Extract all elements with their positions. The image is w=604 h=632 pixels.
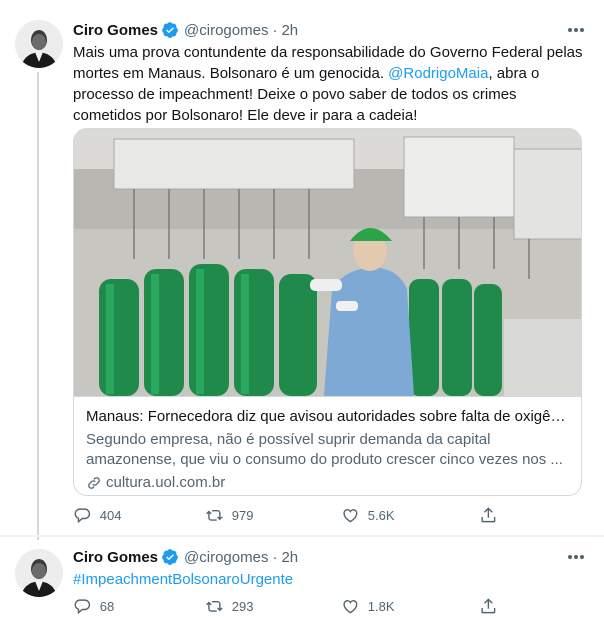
separator-dot: · [272, 548, 278, 566]
like-button[interactable]: 5.6K [341, 506, 395, 525]
tweet-text: Mais uma prova contundente da responsabi… [73, 42, 588, 126]
separator-dot: · [272, 21, 278, 39]
like-count: 1.8K [367, 598, 395, 614]
link-icon [88, 477, 100, 489]
author-handle[interactable]: @cirogomes [184, 549, 268, 566]
card-body: Manaus: Fornecedora diz que avisou autor… [74, 396, 581, 495]
share-button[interactable] [479, 597, 506, 616]
mention-link[interactable]: @RodrigoMaia [388, 65, 488, 82]
tweet-actions: 68 293 1.8K [73, 597, 513, 617]
reply-icon [74, 599, 91, 615]
reply-count: 68 [99, 598, 115, 614]
share-icon [481, 598, 496, 614]
tweet-time[interactable]: 2h [281, 22, 298, 39]
retweet-button[interactable]: 979 [205, 506, 253, 525]
like-icon [343, 509, 358, 523]
card-image [74, 129, 581, 396]
link-preview-card[interactable]: Manaus: Fornecedora diz que avisou autor… [73, 128, 582, 496]
more-options-icon[interactable] [566, 549, 586, 565]
tweet-1[interactable]: Ciro Gomes @cirogomes · 2h Mais uma prov… [0, 0, 604, 536]
avatar[interactable] [15, 549, 63, 597]
author-handle[interactable]: @cirogomes [184, 22, 268, 39]
author-name[interactable]: Ciro Gomes [73, 549, 158, 566]
reply-count: 404 [99, 507, 122, 523]
card-description: Segundo empresa, não é possível suprir d… [86, 431, 563, 468]
retweet-icon [206, 509, 223, 521]
tweet-time[interactable]: 2h [281, 549, 298, 566]
like-icon [343, 600, 358, 614]
reply-button[interactable]: 68 [73, 597, 114, 616]
tweet-actions: 404 979 5.6K [73, 506, 513, 526]
like-count: 5.6K [367, 507, 395, 523]
card-domain: cultura.uol.com.br [86, 473, 571, 493]
like-button[interactable]: 1.8K [341, 597, 395, 616]
more-options-icon[interactable] [566, 22, 586, 38]
tweet-header: Ciro Gomes @cirogomes · 2h [73, 547, 298, 567]
tweet-header: Ciro Gomes @cirogomes · 2h [73, 20, 298, 40]
tweet-2[interactable]: Ciro Gomes @cirogomes · 2h #ImpeachmentB… [0, 536, 604, 632]
verified-badge-icon [161, 548, 179, 566]
retweet-count: 293 [231, 598, 254, 614]
author-name[interactable]: Ciro Gomes [73, 22, 158, 39]
card-title[interactable]: Manaus: Fornecedora diz que avisou autor… [86, 407, 571, 427]
reply-icon [74, 508, 91, 524]
card-domain-text: cultura.uol.com.br [106, 474, 226, 491]
retweet-button[interactable]: 293 [205, 597, 253, 616]
hashtag-link[interactable]: #ImpeachmentBolsonaroUrgente [73, 571, 293, 588]
retweet-count: 979 [231, 507, 254, 523]
verified-badge-icon [161, 21, 179, 39]
share-icon [481, 507, 496, 523]
retweet-icon [206, 600, 223, 612]
share-button[interactable] [479, 506, 506, 525]
tweet-text: #ImpeachmentBolsonaroUrgente [73, 569, 588, 590]
reply-button[interactable]: 404 [73, 506, 121, 525]
avatar[interactable] [15, 20, 63, 68]
